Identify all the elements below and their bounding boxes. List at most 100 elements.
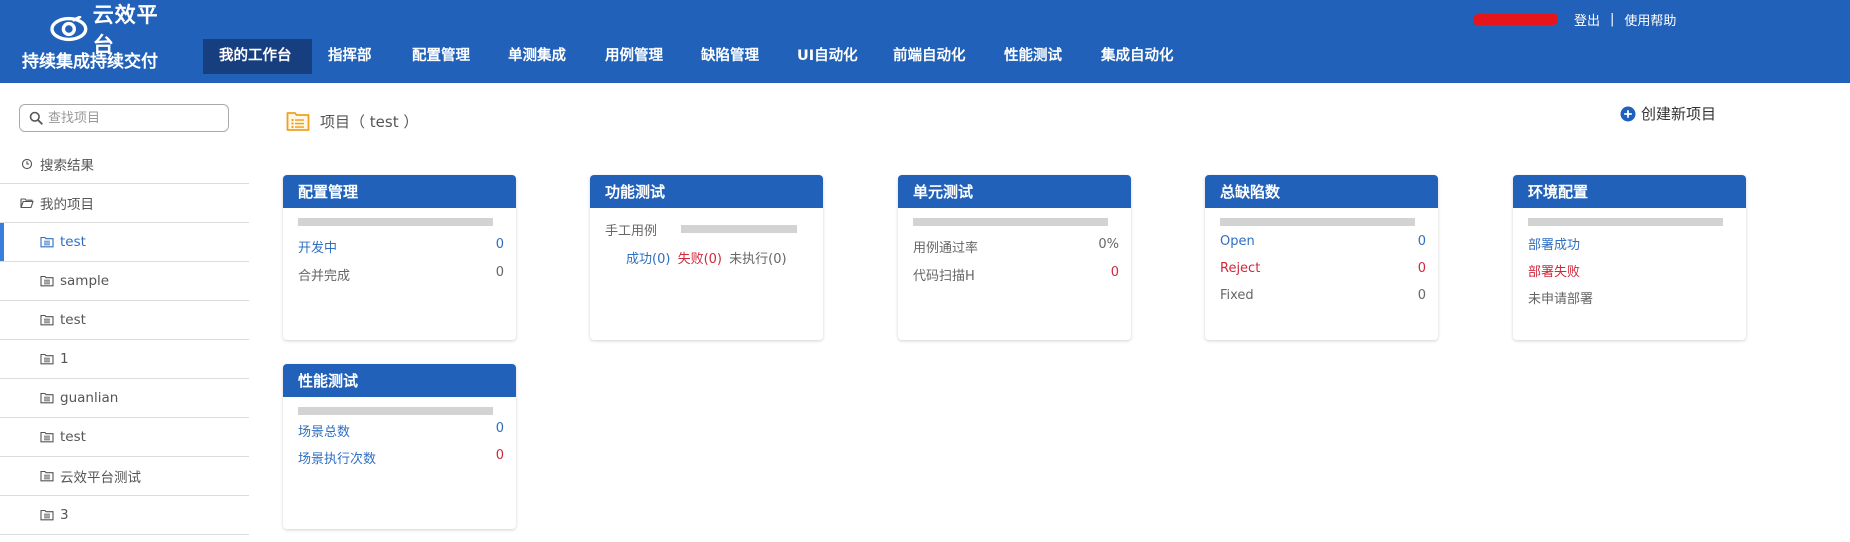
- card-total-defects: 总缺陷数 Open 0 Reject 0 Fixed 0: [1205, 175, 1438, 340]
- card-row-developing[interactable]: 开发中 0: [298, 237, 504, 256]
- sidebar-project-label: test: [60, 429, 86, 445]
- project-icon: [40, 431, 54, 443]
- card-row-merged: 合并完成 0: [298, 265, 504, 284]
- list-folder-icon: [286, 112, 310, 131]
- sidebar-project-item[interactable]: guanlian: [0, 379, 249, 418]
- sidebar-item-my-projects[interactable]: 我的项目: [0, 184, 249, 223]
- row-label: 合并完成: [298, 269, 351, 284]
- card-row-deploy-failed[interactable]: 部署失败: [1528, 261, 1734, 280]
- sidebar-project-item[interactable]: 云效平台测试: [0, 457, 249, 496]
- sidebar-project-label: 云效平台测试: [60, 470, 141, 486]
- row-value: 0: [1417, 288, 1426, 303]
- card-row-fixed: Fixed 0: [1220, 288, 1426, 303]
- nav-item-performance-test[interactable]: 性能测试: [988, 39, 1084, 74]
- sidebar-project-label: test: [60, 312, 86, 328]
- sidebar-project-item[interactable]: sample: [0, 262, 249, 301]
- row-value: 0: [495, 421, 504, 436]
- project-icon: [40, 392, 54, 404]
- card-row-deploy-success[interactable]: 部署成功: [1528, 234, 1734, 253]
- brand-subtitle: 持续集成持续交付: [22, 52, 158, 72]
- sidebar-project-item[interactable]: test: [0, 301, 249, 340]
- card-placeholder-bar: [1528, 218, 1723, 226]
- redacted-username: [1473, 14, 1558, 25]
- user-links-separator: |: [1610, 11, 1615, 27]
- row-label: Fixed: [1220, 288, 1254, 303]
- row-label: Reject: [1220, 261, 1261, 276]
- help-link[interactable]: 使用帮助: [1624, 10, 1676, 29]
- sidebar-project-label: 1: [60, 351, 69, 367]
- row-label: 代码扫描H: [913, 269, 975, 284]
- nav-item-config-management[interactable]: 配置管理: [397, 39, 493, 74]
- card-placeholder-bar: [913, 218, 1108, 226]
- nav-item-unit-test-integration[interactable]: 单测集成: [493, 39, 589, 74]
- search-icon: [29, 111, 43, 125]
- nav-item-ui-automation[interactable]: UI自动化: [781, 39, 877, 74]
- sidebar-project-item[interactable]: test: [0, 418, 249, 457]
- brand-logo[interactable]: 云效平台 持续集成持续交付: [20, 3, 180, 76]
- failed-count-link[interactable]: 失败(0): [678, 252, 722, 267]
- nav-item-defect-management[interactable]: 缺陷管理: [685, 39, 781, 74]
- card-placeholder-bar: [1220, 218, 1415, 226]
- card-row-reject[interactable]: Reject 0: [1220, 261, 1426, 276]
- card-title: 环境配置: [1513, 175, 1746, 208]
- card-title: 单元测试: [898, 175, 1131, 208]
- project-search-box: [19, 104, 229, 132]
- card-row-open[interactable]: Open 0: [1220, 234, 1426, 249]
- card-title: 性能测试: [283, 364, 516, 397]
- card-row-scenario-total[interactable]: 场景总数 0: [298, 421, 504, 440]
- folder-open-icon: [20, 198, 34, 209]
- project-icon: [40, 314, 54, 326]
- card-row-code-scan: 代码扫描H 0: [913, 265, 1119, 284]
- sidebar-item-label: 我的项目: [40, 197, 94, 213]
- row-label: 部署失败: [1528, 265, 1581, 280]
- clock-icon: [21, 158, 33, 170]
- cloud-eye-logo-icon: [50, 16, 88, 42]
- nav-item-case-management[interactable]: 用例管理: [589, 39, 685, 74]
- project-icon: [40, 275, 54, 287]
- create-project-label: 创建新项目: [1641, 105, 1717, 123]
- row-label: 场景总数: [298, 425, 351, 440]
- nav-item-frontend-automation[interactable]: 前端自动化: [877, 39, 988, 74]
- sidebar-project-label: test: [60, 234, 86, 250]
- nav-item-command-center[interactable]: 指挥部: [312, 39, 397, 74]
- card-placeholder-bar: [298, 407, 493, 415]
- nav-item-integration-automation[interactable]: 集成自动化: [1084, 39, 1195, 74]
- project-search-input[interactable]: [48, 105, 224, 131]
- project-icon: [40, 509, 54, 521]
- row-label: 用例通过率: [913, 241, 979, 256]
- sidebar-project-item[interactable]: 3: [0, 496, 249, 535]
- project-icon: [40, 353, 54, 365]
- card-functional-test: 功能测试 手工用例 成功(0) 失败(0) 未执行(0): [590, 175, 823, 340]
- row-value: 0%: [1098, 237, 1119, 252]
- plus-circle-icon: [1620, 106, 1636, 121]
- sidebar-project-item[interactable]: 1: [0, 340, 249, 379]
- row-label: 部署成功: [1528, 238, 1581, 253]
- project-icon: [40, 470, 54, 482]
- project-icon: [40, 236, 54, 248]
- page-title: 项目（ test ）: [320, 112, 419, 131]
- row-value: 0: [1417, 261, 1426, 276]
- sidebar-item-search-results[interactable]: 搜索结果: [0, 145, 249, 184]
- card-performance-test: 性能测试 场景总数 0 场景执行次数 0: [283, 364, 516, 529]
- page-header: 项目（ test ）: [286, 108, 418, 134]
- create-project-button[interactable]: 创建新项目: [1620, 103, 1716, 124]
- logout-link[interactable]: 登出: [1574, 10, 1600, 29]
- sidebar-project-label: 3: [60, 507, 69, 523]
- row-label: Open: [1220, 234, 1255, 249]
- sidebar-project-item[interactable]: test: [0, 223, 249, 262]
- sidebar-project-label: sample: [60, 273, 110, 289]
- card-unit-test: 单元测试 用例通过率 0% 代码扫描H 0: [898, 175, 1131, 340]
- row-label: 手工用例: [605, 224, 658, 239]
- sidebar-item-label: 搜索结果: [40, 158, 94, 174]
- card-title: 配置管理: [283, 175, 516, 208]
- not-run-count: 未执行(0): [729, 252, 787, 267]
- passed-count-link[interactable]: 成功(0): [626, 252, 670, 267]
- nav-item-workbench[interactable]: 我的工作台: [203, 39, 312, 74]
- card-environment-config: 环境配置 部署成功 部署失败 未申请部署: [1513, 175, 1746, 340]
- row-label: 场景执行次数: [298, 452, 377, 467]
- row-value: 0: [1110, 265, 1119, 280]
- top-header: 云效平台 持续集成持续交付 我的工作台 指挥部 配置管理 单测集成 用例管理 缺…: [0, 0, 1850, 83]
- manual-cases-progress-bar: [681, 225, 797, 233]
- card-row-scenario-runs[interactable]: 场景执行次数 0: [298, 448, 504, 467]
- row-value: 0: [495, 448, 504, 463]
